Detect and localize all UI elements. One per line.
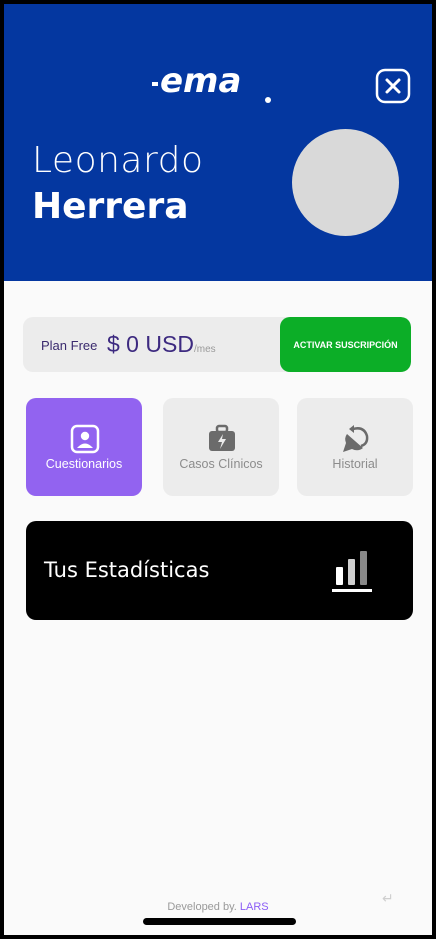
tile-label: Cuestionarios <box>45 457 123 471</box>
tile-questionnaires[interactable]: Cuestionarios <box>26 398 142 496</box>
close-button[interactable] <box>375 68 411 104</box>
footer-author-link[interactable]: LARS <box>240 901 269 913</box>
statistics-label: Tus Estadísticas <box>44 558 210 582</box>
return-icon: ↵ <box>382 890 394 906</box>
plan-period: /mes <box>194 344 216 355</box>
user-first-name: Leonardo <box>32 140 204 181</box>
ema-logo: ema <box>152 62 271 103</box>
activate-subscription-button[interactable]: ACTIVAR SUSCRIPCIÓN <box>280 317 411 372</box>
tile-clinical-cases[interactable]: Casos Clínicos <box>163 398 279 496</box>
avatar[interactable] <box>292 129 399 236</box>
bar-chart-icon <box>332 551 372 592</box>
user-last-name: Herrera <box>32 186 189 227</box>
plan-price: $ 0 USD <box>107 331 194 357</box>
plan-card: Plan Free $ 0 USD /mes ACTIVAR SUSCRIPCI… <box>23 317 411 372</box>
questionnaire-icon <box>70 424 100 454</box>
statistics-button[interactable]: Tus Estadísticas <box>26 521 413 620</box>
tile-history[interactable]: Historial <box>297 398 413 496</box>
footer-prefix: Developed by. <box>167 901 237 913</box>
app-screen: ema Leonardo Herrera Plan Free $ 0 USD /… <box>4 4 432 935</box>
history-icon <box>343 425 369 452</box>
footer-credit: Developed by. LARS <box>4 901 432 913</box>
medical-case-icon <box>209 424 235 451</box>
plan-label: Plan Free <box>41 338 98 353</box>
profile-header: ema Leonardo Herrera <box>4 4 432 281</box>
tile-label: Historial <box>332 457 378 471</box>
tile-label: Casos Clínicos <box>179 457 263 471</box>
svg-text:ema: ema <box>160 62 241 101</box>
home-indicator[interactable] <box>143 918 296 925</box>
